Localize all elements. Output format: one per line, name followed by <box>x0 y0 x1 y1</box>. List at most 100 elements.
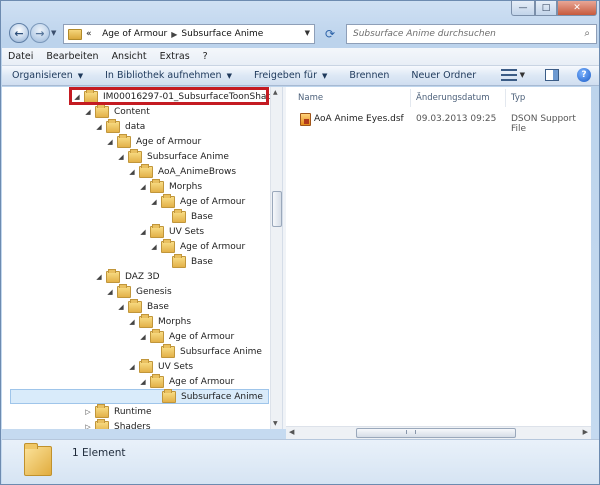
tree-item[interactable]: ◢ Age of Armour <box>149 193 246 209</box>
scroll-right-icon[interactable]: ▶ <box>583 428 588 436</box>
expand-arrow-icon[interactable]: ▷ <box>83 408 93 416</box>
address-bar[interactable]: « Age of Armour ▶ Subsurface Anime ▼ <box>63 24 315 44</box>
menu-bar: Datei Bearbeiten Ansicht Extras ? <box>2 48 599 66</box>
tree-item[interactable]: ◢ Content <box>83 103 150 119</box>
collapse-arrow-icon[interactable]: ◢ <box>116 153 126 161</box>
tree-item[interactable]: ◢ Age of Armour <box>138 328 235 344</box>
recent-pages-dropdown-icon[interactable]: ▼ <box>51 29 56 37</box>
tree-item-label: Age of Armour <box>180 196 246 207</box>
collapse-arrow-icon[interactable]: ◢ <box>138 228 148 236</box>
tree-item[interactable]: Base <box>160 208 213 224</box>
collapse-arrow-icon[interactable]: ◢ <box>149 243 159 251</box>
file-row[interactable]: AoA Anime Eyes.dsf 09.03.2013 09:25 DSON… <box>296 111 586 134</box>
column-date-modified[interactable]: Änderungsdatum <box>416 93 490 103</box>
search-input[interactable]: Subsurface Anime durchsuchen ⌕ <box>346 24 597 44</box>
tree-item[interactable]: ▷ Runtime <box>83 403 152 419</box>
collapse-arrow-icon[interactable]: ◢ <box>105 288 115 296</box>
tree-item[interactable]: Subsurface Anime <box>149 343 262 359</box>
search-icon[interactable]: ⌕ <box>584 28 590 39</box>
collapse-arrow-icon[interactable]: ◢ <box>127 318 137 326</box>
collapse-arrow-icon[interactable]: ◢ <box>138 378 148 386</box>
close-button[interactable]: ✕ <box>557 1 597 16</box>
refresh-icon[interactable]: ⟳ <box>319 24 341 44</box>
column-type[interactable]: Typ <box>511 93 525 103</box>
folder-icon <box>95 403 109 418</box>
change-view-icon[interactable] <box>500 69 517 81</box>
tree-item-label: Subsurface Anime <box>181 391 263 402</box>
folder-icon <box>162 388 176 403</box>
tree-item[interactable]: ◢ AoA_AnimeBrows <box>127 163 236 179</box>
collapse-arrow-icon[interactable]: ◢ <box>116 303 126 311</box>
collapse-arrow-icon[interactable]: ◢ <box>138 333 148 341</box>
item-count: 1 Element <box>72 447 126 459</box>
new-folder-button[interactable]: Neuer Ordner <box>411 70 476 81</box>
help-icon[interactable]: ? <box>577 68 591 82</box>
collapse-arrow-icon[interactable]: ◢ <box>127 168 137 176</box>
maximize-button[interactable]: □ <box>535 1 557 16</box>
tree-item-label: Age of Armour <box>169 331 235 342</box>
tree-item[interactable]: ◢ Morphs <box>127 313 192 329</box>
folder-icon <box>95 418 109 429</box>
tree-item[interactable]: ◢ Age of Armour <box>105 133 201 149</box>
tree-item[interactable]: ▷ Shaders <box>83 418 151 430</box>
breadcrumb-overflow[interactable]: « <box>86 29 92 39</box>
tree-item[interactable]: Base <box>160 253 213 269</box>
menu-extras[interactable]: Extras <box>160 51 190 62</box>
navigation-tree: ◢ IM00016297-01_SubsurfaceToonShaders ◢ Con… <box>2 87 282 429</box>
forward-button[interactable]: → <box>30 23 50 43</box>
tree-item[interactable]: Subsurface Anime <box>10 388 269 404</box>
preview-pane-icon[interactable] <box>545 69 559 81</box>
column-name[interactable]: Name <box>298 93 323 103</box>
collapse-arrow-icon[interactable]: ◢ <box>83 108 93 116</box>
folder-icon <box>150 328 164 343</box>
tree-item[interactable]: ◢ Subsurface Anime <box>116 148 229 164</box>
collapse-arrow-icon[interactable]: ◢ <box>127 363 137 371</box>
tree-item[interactable]: ◢ Age of Armour <box>149 238 245 254</box>
collapse-arrow-icon[interactable]: ◢ <box>105 138 115 146</box>
address-dropdown-icon[interactable]: ▼ <box>305 29 310 37</box>
tree-vertical-scrollbar[interactable]: ▲ ▼ <box>270 87 282 429</box>
folder-icon <box>139 313 153 328</box>
tree-item[interactable]: ◢ Morphs <box>138 178 202 194</box>
scrollbar-thumb[interactable] <box>356 428 516 438</box>
folder-icon <box>161 193 175 208</box>
menu-bearbeiten[interactable]: Bearbeiten <box>46 51 98 62</box>
menu-help[interactable]: ? <box>203 51 208 62</box>
scrollbar-thumb[interactable] <box>272 191 282 227</box>
tree-item[interactable]: ◢ DAZ 3D <box>94 268 160 284</box>
breadcrumb-item-subsurface-anime[interactable]: Subsurface Anime <box>181 29 263 39</box>
tree-item[interactable]: ◢ Age of Armour <box>138 373 235 389</box>
expand-arrow-icon[interactable]: ▷ <box>83 423 93 430</box>
breadcrumb: « Age of Armour ▶ Subsurface Anime <box>86 29 263 39</box>
menu-ansicht[interactable]: Ansicht <box>112 51 147 62</box>
collapse-arrow-icon[interactable]: ◢ <box>138 183 148 191</box>
tree-item-label: Morphs <box>158 316 192 327</box>
menu-datei[interactable]: Datei <box>8 51 33 62</box>
include-in-library-button[interactable]: In Bibliothek aufnehmen ▼ <box>105 70 232 81</box>
scroll-up-icon[interactable]: ▲ <box>273 89 278 96</box>
share-with-button[interactable]: Freigeben für ▼ <box>254 70 327 81</box>
tree-item[interactable]: ◢ data <box>94 118 145 134</box>
tree-item-label: Base <box>147 301 169 312</box>
tree-item[interactable]: ◢ UV Sets <box>138 223 204 239</box>
scroll-left-icon[interactable]: ◀ <box>289 428 294 436</box>
scroll-down-icon[interactable]: ▼ <box>273 420 278 427</box>
tree-item-label: Age of Armour <box>169 376 235 387</box>
tree-item[interactable]: ◢ Base <box>116 298 169 314</box>
tree-item-label: Subsurface Anime <box>147 151 229 162</box>
breadcrumb-separator-icon[interactable]: ▶ <box>171 30 177 39</box>
folder-icon <box>172 208 186 223</box>
back-button[interactable]: ← <box>9 23 29 43</box>
burn-button[interactable]: Brennen <box>349 70 389 81</box>
collapse-arrow-icon[interactable]: ◢ <box>94 273 104 281</box>
breadcrumb-item-age-of-armour[interactable]: Age of Armour <box>102 29 167 39</box>
organize-button[interactable]: Organisieren ▼ <box>12 70 83 81</box>
view-options-dropdown-icon[interactable]: ▼ <box>520 71 525 79</box>
tree-item[interactable]: ◢ UV Sets <box>127 358 193 374</box>
folder-icon <box>150 178 164 193</box>
tree-item[interactable]: ◢ Genesis <box>105 283 172 299</box>
collapse-arrow-icon[interactable]: ◢ <box>149 198 159 206</box>
minimize-button[interactable]: — <box>511 1 535 16</box>
file-horizontal-scrollbar[interactable]: ◀ ▶ <box>286 426 591 439</box>
collapse-arrow-icon[interactable]: ◢ <box>94 123 104 131</box>
